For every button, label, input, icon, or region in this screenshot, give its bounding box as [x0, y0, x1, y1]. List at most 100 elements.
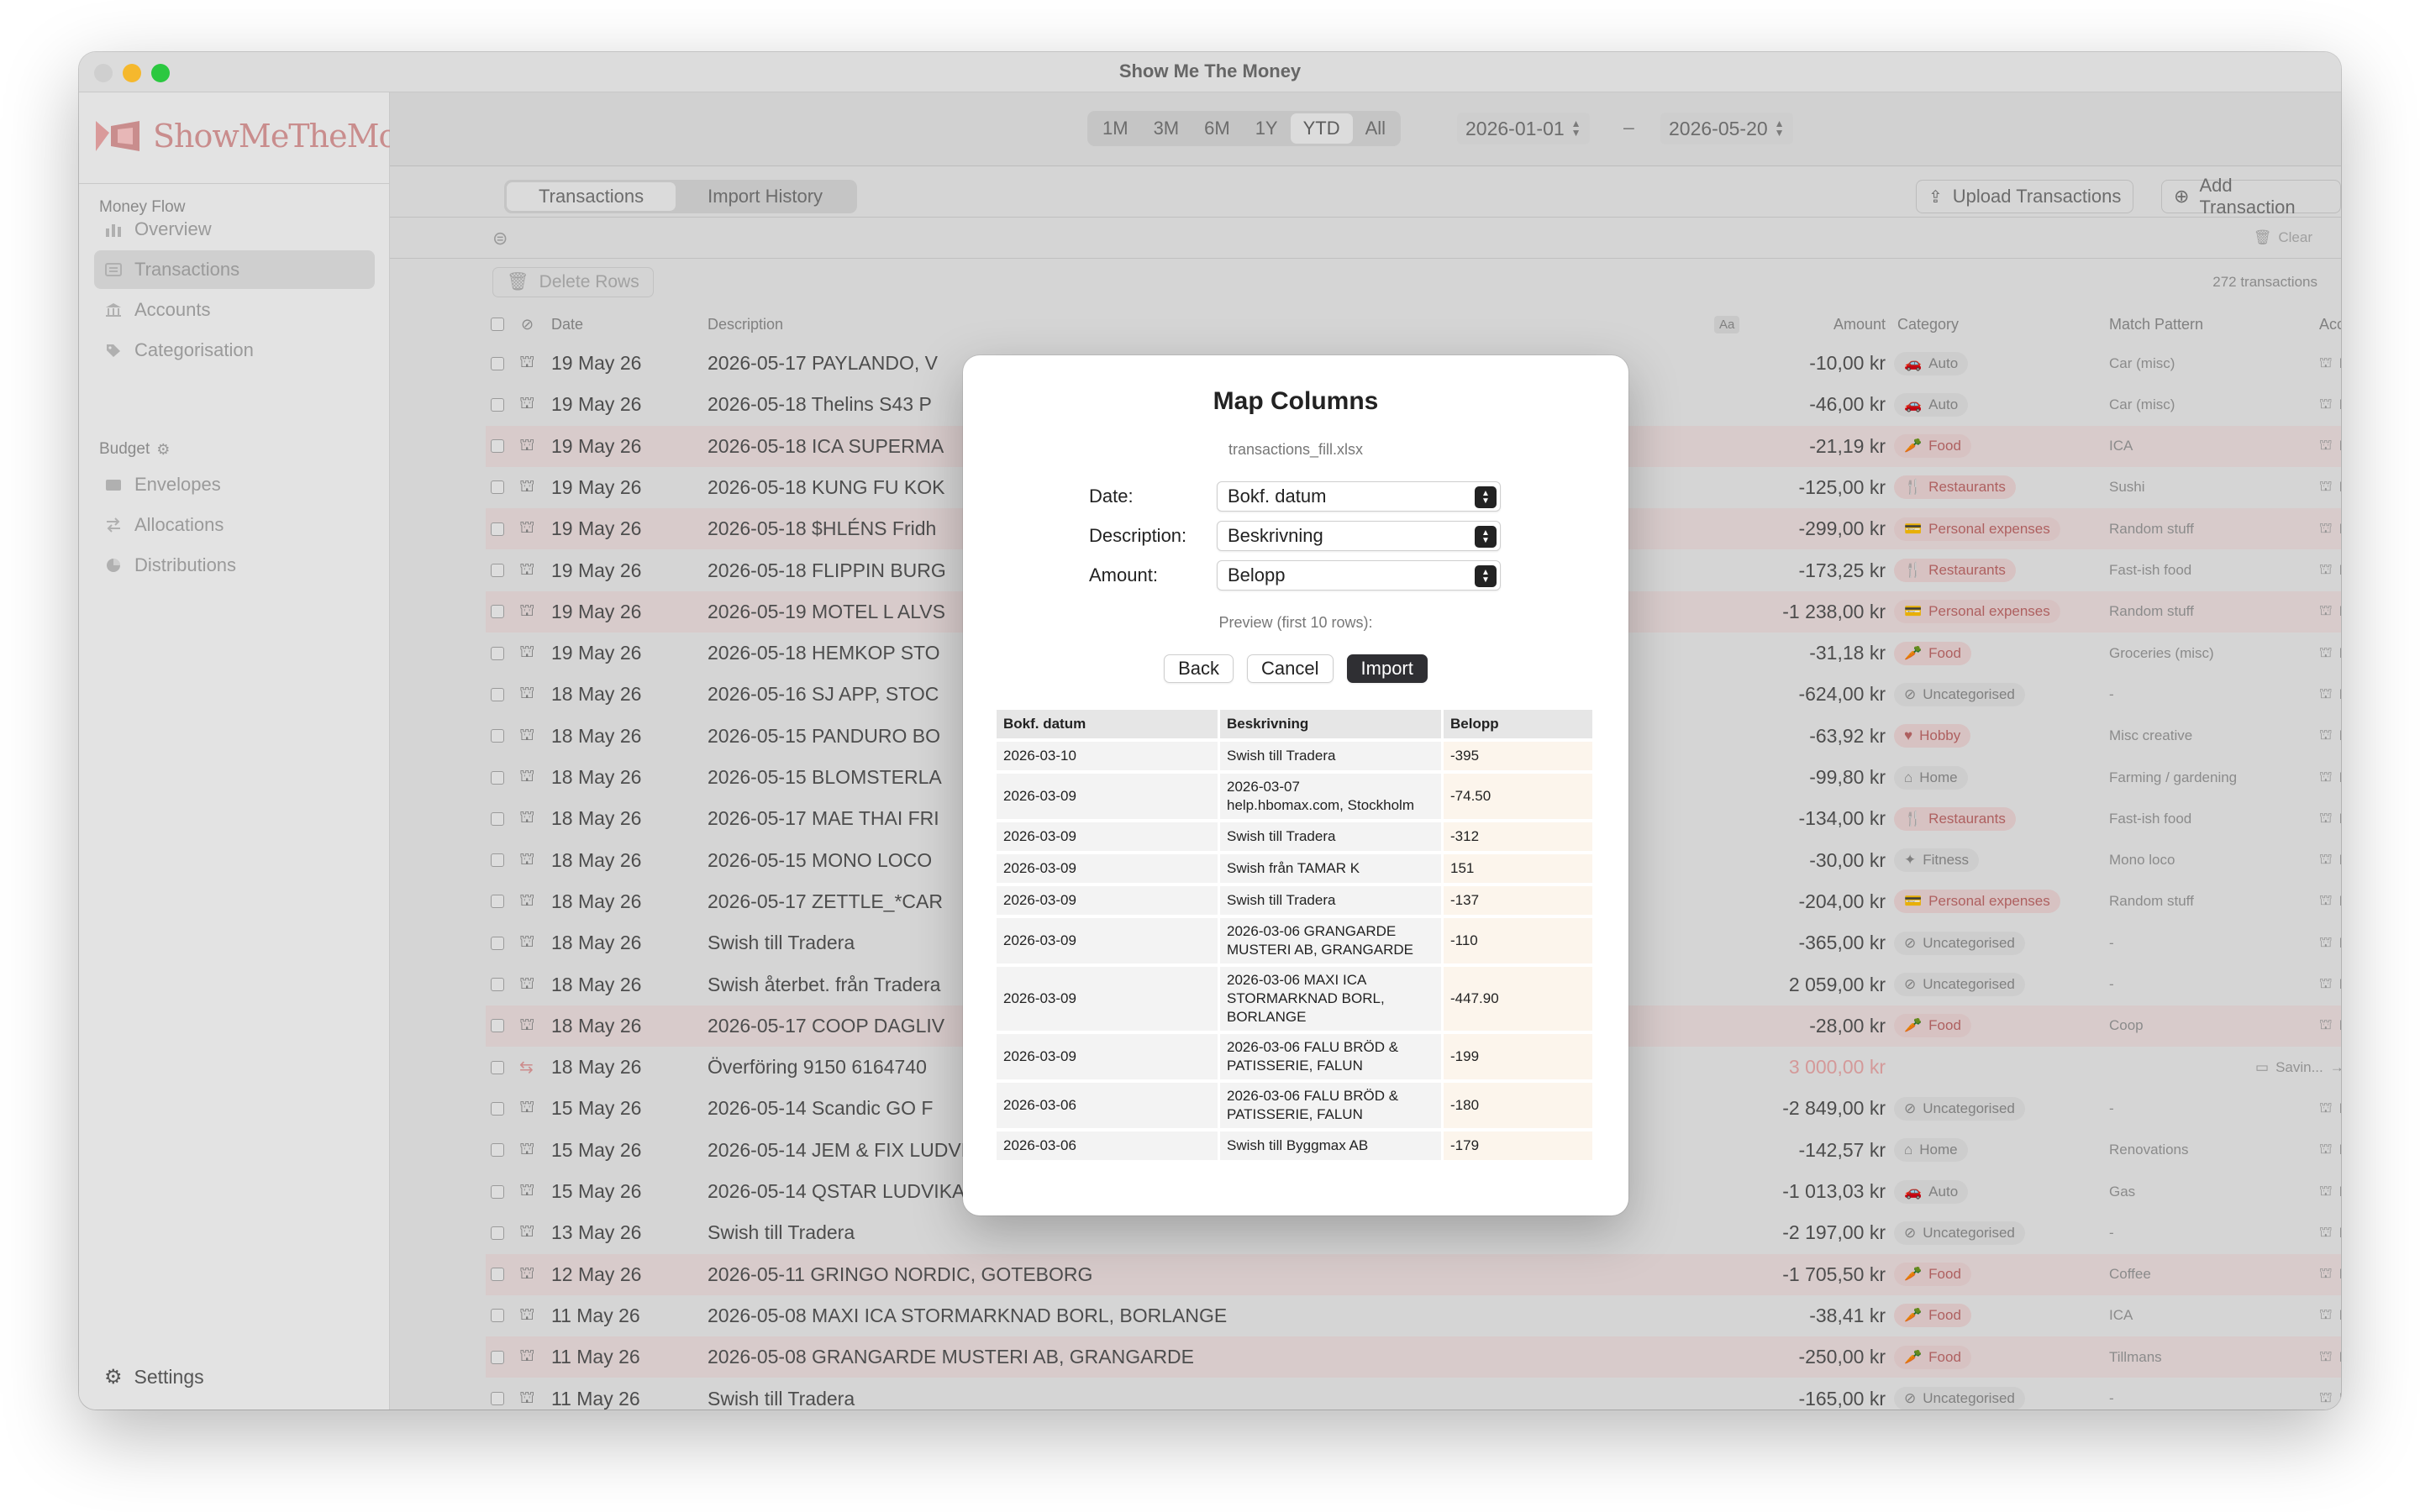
preview-row: 2026-03-09 2026-03-06 FALU BRÖD & PATISSE…	[997, 1034, 1595, 1079]
preview-cell-date: 2026-03-09	[997, 854, 1220, 883]
preview-cell-date: 2026-03-06	[997, 1083, 1220, 1128]
preview-row: 2026-03-09 Swish från TAMAR K 151	[997, 854, 1595, 883]
preview-label: Preview (first 10 rows):	[1218, 614, 1373, 631]
amount-column-value: Belopp	[1228, 564, 1286, 585]
budget-label: Budget	[99, 440, 150, 458]
preview-cell-amount: 151	[1444, 854, 1595, 883]
sidebar-item-overview[interactable]: Overview	[94, 210, 375, 249]
dialog-filename: transactions_fill.xlsx	[1228, 441, 1364, 458]
sidebar-item-label: Allocations	[134, 514, 224, 535]
settings-label: Settings	[134, 1366, 204, 1388]
preview-cell-amount: -137	[1444, 886, 1595, 915]
dialog-title: Map Columns	[1213, 387, 1379, 415]
preview-cell-date: 2026-03-09	[997, 1034, 1220, 1079]
map-columns-dialog: Map Columns transactions_fill.xlsx Date:…	[963, 355, 1628, 1215]
preview-cell-description: Swish till Tradera	[1220, 886, 1444, 915]
preview-cell-description: 2026-03-06 FALU BRÖD & PATISSERIE, FALUN	[1220, 1083, 1444, 1128]
preview-cell-description: Swish till Tradera	[1220, 822, 1444, 851]
sidebar-divider	[79, 183, 390, 184]
sidebar: ShowMeTheMoney Money Flow Overview Trans…	[79, 92, 453, 1410]
sidebar-item-label: Categorisation	[134, 339, 254, 360]
sidebar-item-label: Accounts	[134, 299, 211, 320]
preview-cell-amount: -74.50	[1444, 774, 1595, 819]
preview-cell-date: 2026-03-09	[997, 967, 1220, 1031]
cancel-button[interactable]: Cancel	[1247, 654, 1334, 683]
preview-cell-description: Swish till Byggmax AB	[1220, 1131, 1444, 1160]
preview-row: 2026-03-10 Swish till Tradera -395	[997, 742, 1595, 770]
description-column-value: Beskrivning	[1228, 525, 1323, 546]
back-button[interactable]: Back	[1164, 654, 1234, 683]
preview-header-row: Bokf. datum Beskrivning Belopp	[997, 710, 1595, 738]
sidebar-item-categorisation[interactable]: Categorisation	[94, 331, 375, 370]
preview-cell-amount: -447.90	[1444, 967, 1595, 1031]
preview-cell-description: Swish till Tradera	[1220, 742, 1444, 770]
preview-cell-date: 2026-03-09	[997, 822, 1220, 851]
preview-cell-amount: -110	[1444, 918, 1595, 963]
date-column-value: Bokf. datum	[1228, 486, 1327, 507]
sidebar-item-label: Envelopes	[134, 474, 221, 495]
preview-cell-amount: -199	[1444, 1034, 1595, 1079]
gear-icon: ⚙	[104, 1366, 123, 1389]
select-arrows-icon: ▲ ▼	[1475, 526, 1497, 548]
tag-icon	[104, 342, 123, 359]
preview-row: 2026-03-06 Swish till Byggmax AB -179	[997, 1131, 1595, 1160]
preview-cell-description: 2026-03-07 help.hbomax.com, Stockholm	[1220, 774, 1444, 819]
sidebar-item-label: Transactions	[134, 259, 240, 280]
select-arrows-icon: ▲ ▼	[1475, 486, 1497, 508]
chart-bars-icon	[104, 221, 123, 238]
preview-row: 2026-03-09 2026-03-06 GRANGARDE MUSTERI A…	[997, 918, 1595, 963]
preview-cell-amount: -312	[1444, 822, 1595, 851]
sidebar-item-allocations[interactable]: Allocations	[94, 506, 375, 544]
app-window: Show Me The Money ShowMeTheMoney Money F…	[79, 52, 2341, 1410]
logo-icon	[96, 121, 139, 151]
preview-cell-description: 2026-03-06 GRANGARDE MUSTERI AB, GRANGAR…	[1220, 918, 1444, 963]
preview-cell-amount: -179	[1444, 1131, 1595, 1160]
preview-cell-date: 2026-03-09	[997, 774, 1220, 819]
preview-table: Bokf. datum Beskrivning Belopp 2026-03-1…	[997, 706, 1595, 1163]
preview-cell-date: 2026-03-09	[997, 886, 1220, 915]
pie-icon	[104, 557, 123, 574]
bank-icon	[104, 302, 123, 318]
description-mapping-label: Description:	[1089, 525, 1187, 546]
preview-cell-amount: -395	[1444, 742, 1595, 770]
sidebar-item-envelopes[interactable]: Envelopes	[94, 465, 375, 504]
preview-row: 2026-03-09 Swish till Tradera -137	[997, 886, 1595, 915]
dialog-buttons: Back Cancel Import	[963, 654, 1628, 683]
sidebar-item-distributions[interactable]: Distributions	[94, 546, 375, 585]
preview-row: 2026-03-06 2026-03-06 FALU BRÖD & PATISSE…	[997, 1083, 1595, 1128]
date-column-select[interactable]: Bokf. datum ▲ ▼	[1217, 481, 1501, 512]
section-label-budget: Budget ⚙	[99, 440, 170, 459]
description-mapping-row: Description: Beskrivning ▲ ▼	[1089, 521, 1501, 551]
amount-column-select[interactable]: Belopp ▲ ▼	[1217, 560, 1501, 591]
preview-cell-description: Swish från TAMAR K	[1220, 854, 1444, 883]
preview-header-date: Bokf. datum	[997, 710, 1220, 738]
sidebar-item-label: Overview	[134, 218, 212, 239]
preview-header-amount: Belopp	[1444, 710, 1595, 738]
preview-cell-description: 2026-03-06 FALU BRÖD & PATISSERIE, FALUN	[1220, 1034, 1444, 1079]
preview-table-body: 2026-03-10 Swish till Tradera -395 2026-03-…	[997, 742, 1595, 1160]
window-title: Show Me The Money	[1118, 60, 1302, 81]
preview-cell-date: 2026-03-10	[997, 742, 1220, 770]
date-mapping-label: Date:	[1089, 486, 1134, 507]
preview-row: 2026-03-09 2026-03-07 help.hbomax.com, St…	[997, 774, 1595, 819]
date-mapping-row: Date: Bokf. datum ▲ ▼	[1089, 481, 1501, 512]
arrows-icon	[104, 517, 123, 533]
amount-mapping-row: Amount: Belopp ▲ ▼	[1089, 560, 1501, 591]
preview-header-description: Beskrivning	[1220, 710, 1444, 738]
gear-icon[interactable]: ⚙	[156, 441, 170, 459]
list-icon	[104, 261, 123, 278]
preview-cell-description: 2026-03-06 MAXI ICA STORMARKNAD BORL, BO…	[1220, 967, 1444, 1031]
sidebar-item-accounts[interactable]: Accounts	[94, 291, 375, 329]
preview-row: 2026-03-09 Swish till Tradera -312	[997, 822, 1595, 851]
sidebar-item-transactions[interactable]: Transactions	[94, 250, 375, 289]
envelope-icon	[104, 476, 123, 493]
preview-row: 2026-03-09 2026-03-06 MAXI ICA STORMARKNA…	[997, 967, 1595, 1031]
select-arrows-icon: ▲ ▼	[1475, 565, 1497, 587]
settings-button[interactable]: ⚙ Settings	[104, 1365, 204, 1389]
import-button[interactable]: Import	[1346, 654, 1428, 683]
title-bar: Show Me The Money	[79, 52, 2341, 92]
preview-cell-date: 2026-03-06	[997, 1131, 1220, 1160]
amount-mapping-label: Amount:	[1089, 564, 1158, 585]
preview-cell-date: 2026-03-09	[997, 918, 1220, 963]
description-column-select[interactable]: Beskrivning ▲ ▼	[1217, 521, 1501, 551]
